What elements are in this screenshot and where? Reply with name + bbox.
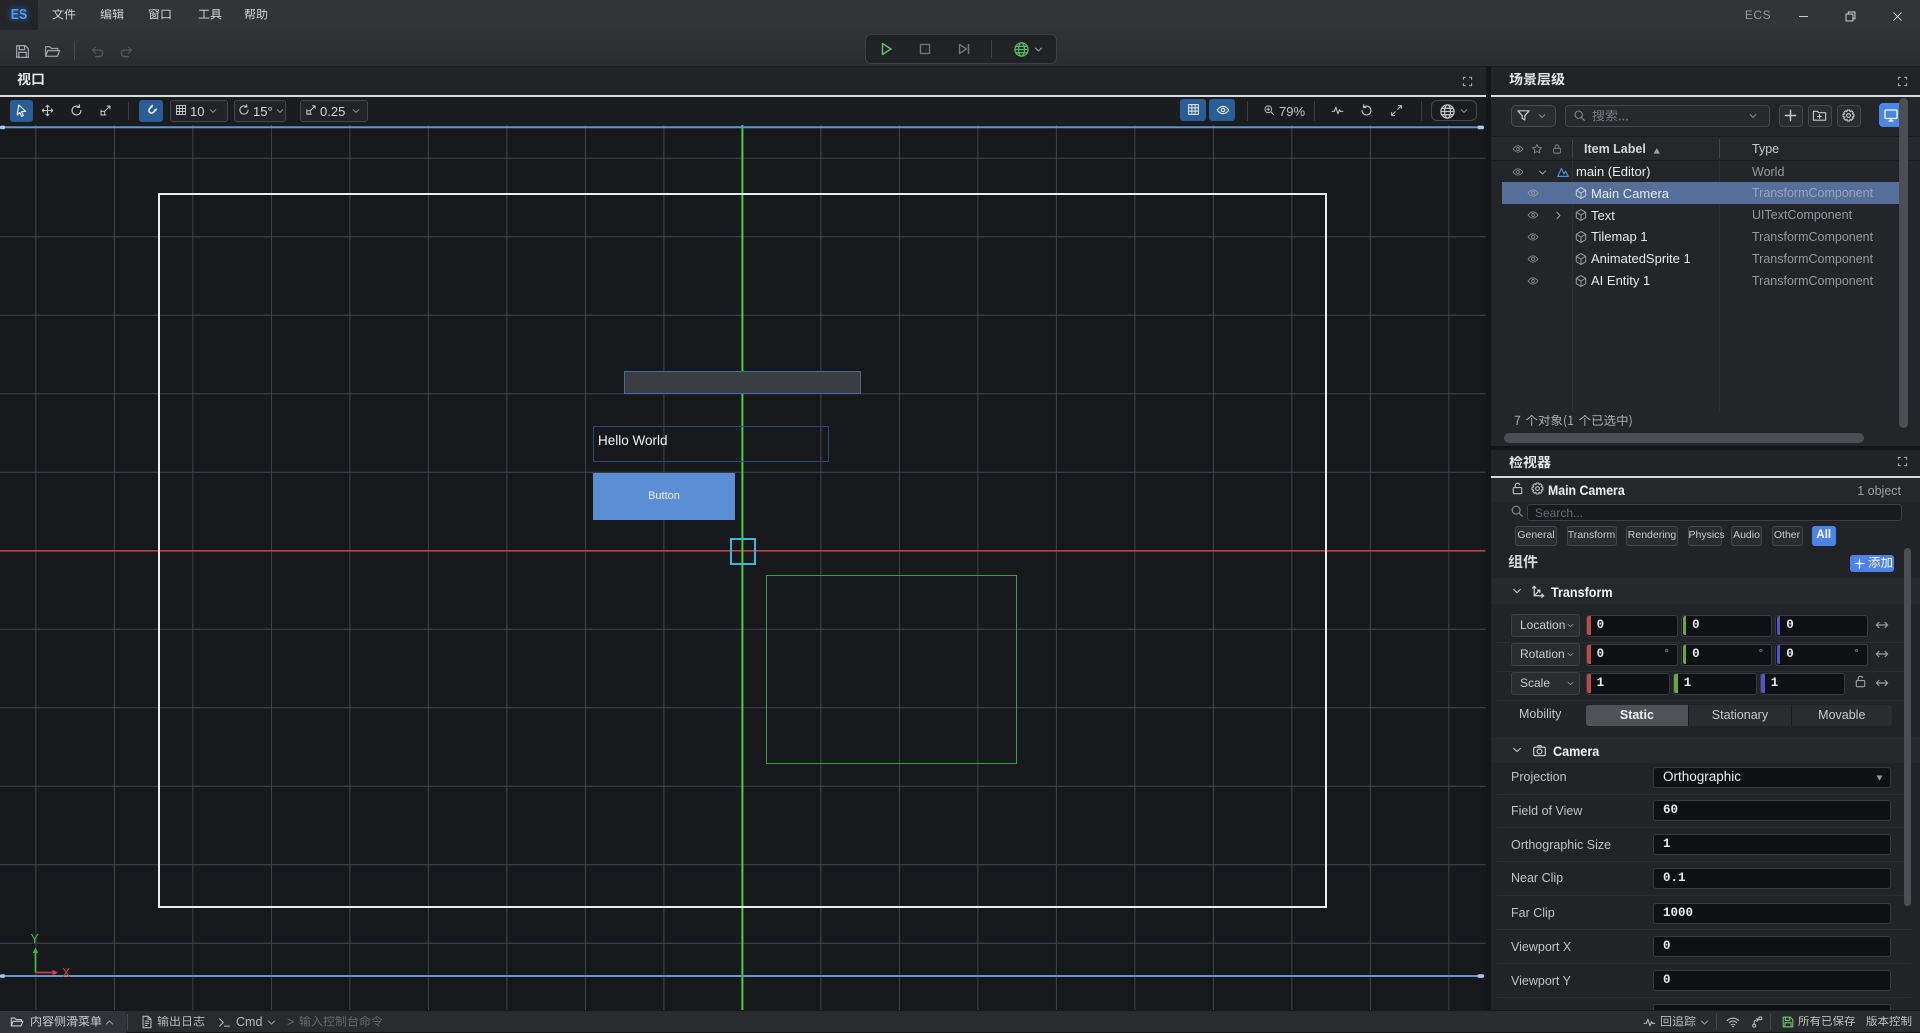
svg-text:X: X xyxy=(62,966,71,980)
svg-text:Y: Y xyxy=(31,932,40,946)
